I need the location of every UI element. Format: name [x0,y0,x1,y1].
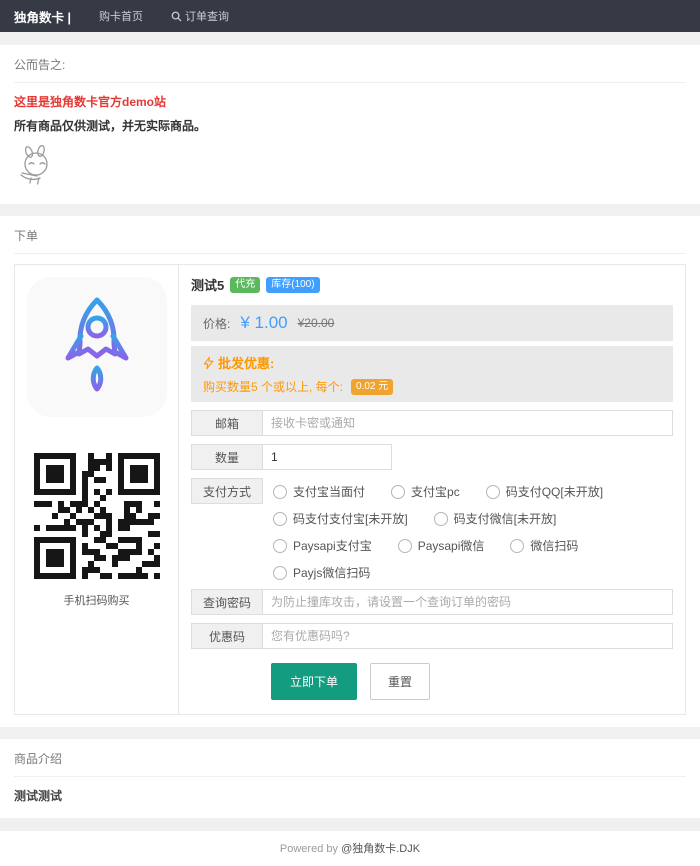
product-title-row: 测试5 代充 库存(100) [191,275,673,294]
product-detail-title: 商品介绍 [14,750,686,777]
wholesale-desc-row: 购买数量5 个或以上, 每个: 0.02 元 [203,378,661,395]
announcement-text: 所有商品仅供测试，并无实际商品。 [14,119,207,133]
radio-icon [273,565,287,580]
quantity-label: 数量 [191,444,263,470]
quantity-field[interactable] [262,444,392,470]
wholesale-price-badge: 0.02 元 [351,378,394,395]
wholesale-title: 批发优惠: [218,356,275,371]
radio-icon [273,484,287,499]
wholesale-desc: 购买数量5 个或以上, 每个: [203,380,344,394]
submit-order-button[interactable]: 立即下单 [271,663,358,700]
radio-icon [433,511,448,526]
payment-option[interactable]: 码支付支付宝[未开放] [273,510,408,527]
payment-option[interactable]: Paysapi支付宝 [273,537,372,554]
payment-label: 支付方式 [191,478,263,504]
product-detail-card: 商品介绍 测试测试 [0,739,700,818]
radio-icon [397,538,412,553]
payment-option[interactable]: Payjs微信扫码 [273,564,370,581]
price-value: ¥ 1.00 [240,313,288,332]
product-media-column: 手机扫码购买 [15,265,179,714]
coupon-row: 优惠码 [191,623,673,649]
radio-icon [510,538,525,553]
order-panel: 手机扫码购买 测试5 代充 库存(100) 价格: ¥ 1.00 ¥20.00 … [14,264,686,715]
wholesale-box: 批发优惠: 购买数量5 个或以上, 每个: 0.02 元 [191,346,673,402]
stock-badge: 库存(100) [266,276,320,293]
footer-brand: @独角数卡.DJK [341,843,421,855]
payment-options: 支付宝当面付 支付宝pc 码支付QQ[未开放] 码支付支付宝[未开放] 码支付微信[未开… [273,478,673,581]
payment-option-label: 支付宝当面付 [293,485,366,499]
form-actions: 立即下单 重置 [271,663,673,700]
price-row: 价格: ¥ 1.00 ¥20.00 [191,305,673,341]
reset-button[interactable]: 重置 [370,663,431,700]
nav-link-order-query-label: 订单查询 [184,11,229,23]
radio-icon [273,538,287,553]
payment-option-label: Paysapi支付宝 [293,539,372,553]
product-detail-content: 测试测试 [14,789,63,803]
payment-option[interactable]: Paysapi微信 [397,537,485,554]
email-row: 邮箱 [191,410,673,436]
site-brand[interactable]: 独角数卡 | [14,7,71,26]
footer-powered-by: Powered by [279,843,342,855]
nav-link-home[interactable]: 购卡首页 [99,8,143,24]
footer: Powered by @独角数卡.DJK [0,831,700,866]
announcement-card: 公而告之: 这里是独角数卡官方demo站 所有商品仅供测试，并无实际商品。 [0,45,700,204]
payment-option-label: Paysapi微信 [417,539,485,553]
price-label: 价格: [203,316,231,331]
email-label: 邮箱 [191,410,263,436]
nav-link-order-query[interactable]: 订单查询 [171,8,229,24]
payment-option[interactable]: 微信扫码 [510,537,578,554]
qr-caption: 手机扫码购买 [63,595,130,607]
order-card: 下单 手机扫码购买 测试5 代充 库存(100) 价格: ¥ 1.00 ¥20.… [0,216,700,727]
search-icon [171,11,182,22]
payment-option-label: 码支付支付宝[未开放] [293,512,408,526]
search-password-row: 查询密码 [191,589,673,615]
payment-option-label: Payjs微信扫码 [293,566,371,580]
qr-code [33,453,160,579]
product-image [26,277,167,417]
payment-option[interactable]: 码支付微信[未开放] [433,510,557,527]
payment-option-label: 微信扫码 [530,539,579,553]
order-section-title: 下单 [14,227,686,254]
email-field[interactable] [262,410,673,436]
payment-option[interactable]: 支付宝pc [391,483,460,500]
announcement-title: 公而告之: [14,56,686,83]
product-name: 测试5 [191,278,225,293]
radio-icon [273,511,287,526]
nav-link-home-label: 购卡首页 [98,11,143,23]
search-password-label: 查询密码 [191,589,263,615]
product-type-badge: 代充 [230,276,261,293]
payment-row: 支付方式 支付宝当面付 支付宝pc 码支付QQ[未开放] 码支付支付宝[未开放] 码支付… [191,478,673,581]
payment-option-label: 码支付微信[未开放] [453,512,557,526]
payment-option-label: 码支付QQ[未开放] [505,485,604,499]
wholesale-title-row: 批发优惠: [203,353,661,372]
order-form-column: 测试5 代充 库存(100) 价格: ¥ 1.00 ¥20.00 批发优惠: 购… [179,265,685,714]
rocket-icon [65,297,128,392]
payment-option[interactable]: 支付宝当面付 [273,483,365,500]
navbar: 独角数卡 | 购卡首页 订单查询 [0,0,700,32]
quantity-row: 数量 [191,444,673,470]
payment-option-label: 支付宝pc [411,485,460,499]
lightning-icon [203,356,214,369]
radio-icon [391,484,406,499]
announcement-highlight: 这里是独角数卡官方demo站 [14,95,167,109]
original-price: ¥20.00 [297,316,335,330]
coupon-label: 优惠码 [191,623,263,649]
coupon-field[interactable] [262,623,673,649]
kaomoji-emoticon-image [20,144,48,185]
search-password-field[interactable] [262,589,673,615]
payment-option[interactable]: 码支付QQ[未开放] [485,483,604,500]
radio-icon [485,484,500,499]
